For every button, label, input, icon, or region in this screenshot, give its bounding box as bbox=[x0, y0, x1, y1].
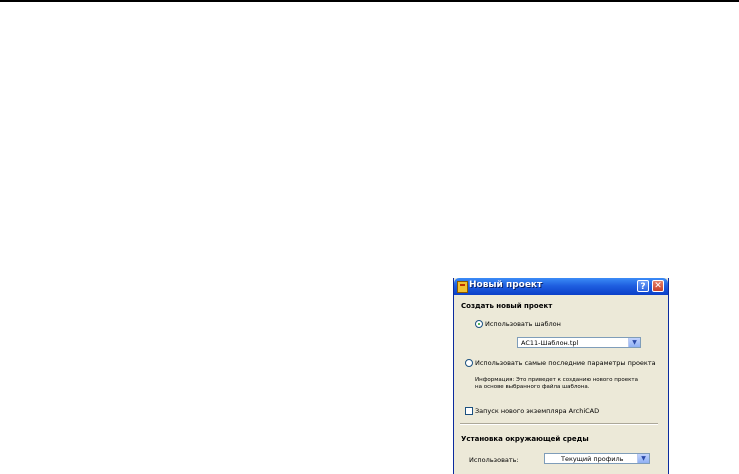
new-project-dialog: Новый проект ? ✕ Создать новый проект Ис… bbox=[453, 278, 669, 474]
info-line-1: Информация: Это приведет к созданию ново… bbox=[475, 377, 639, 383]
chevron-down-icon[interactable]: ▼ bbox=[637, 454, 649, 463]
chevron-down-icon[interactable]: ▼ bbox=[628, 338, 640, 347]
top-border-line bbox=[0, 0, 739, 2]
environment-section-title: Установка окружающей среды bbox=[461, 435, 589, 443]
profile-select[interactable]: Текущий профиль ▼ bbox=[544, 453, 650, 464]
create-section-title: Создать новый проект bbox=[461, 302, 553, 310]
info-line-2: на основе выбранного файла шаблона. bbox=[475, 384, 590, 390]
new-instance-checkbox[interactable] bbox=[465, 407, 473, 415]
close-button[interactable]: ✕ bbox=[652, 280, 664, 292]
use-template-radio[interactable] bbox=[475, 320, 483, 328]
template-select-value: AC11-Шаблон.tpl bbox=[521, 339, 579, 347]
use-last-params-label[interactable]: Использовать самые последние параметры п… bbox=[475, 359, 656, 367]
new-instance-label[interactable]: Запуск нового экземпляра ArchiCAD bbox=[475, 407, 599, 415]
use-last-params-radio[interactable] bbox=[465, 359, 473, 367]
use-template-label[interactable]: Использовать шаблон bbox=[485, 320, 561, 328]
dialog-titlebar[interactable]: Новый проект ? ✕ bbox=[454, 278, 668, 295]
info-text: Информация: Это приведет к созданию ново… bbox=[475, 377, 638, 391]
template-select[interactable]: AC11-Шаблон.tpl ▼ bbox=[517, 337, 641, 348]
dialog-title: Новый проект bbox=[469, 280, 543, 290]
profile-select-value: Текущий профиль bbox=[561, 455, 624, 463]
archicad-app-icon bbox=[457, 281, 468, 293]
use-profile-label: Использовать: bbox=[469, 456, 519, 464]
section-divider bbox=[460, 423, 658, 425]
help-button[interactable]: ? bbox=[637, 280, 649, 292]
